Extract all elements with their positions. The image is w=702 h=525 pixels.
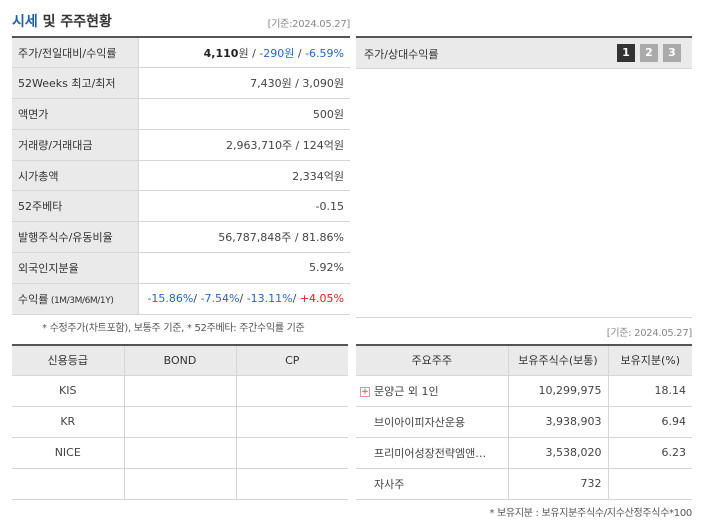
- agency-cell: NICE: [12, 437, 125, 469]
- chart-pager: 1 2 3: [617, 44, 681, 62]
- column-header: 주요주주: [356, 345, 509, 376]
- price-value: 4,110원 / -290원 / -6.59%: [138, 37, 350, 69]
- row-value: 7,430원 / 3,090원: [138, 67, 350, 100]
- holder-shares: 10,299,975: [508, 375, 609, 407]
- table-header-row: 주요주주 보유주식수(보통) 보유지분(%): [356, 345, 692, 376]
- page-button-1[interactable]: 1: [617, 44, 635, 62]
- table-header-row: 신용등급 BOND CP: [12, 345, 348, 376]
- table-row: 52Weeks 최고/최저 7,430원 / 3,090원: [12, 67, 350, 100]
- divider: [356, 317, 692, 318]
- holder-name: 브이아이피자산운용: [356, 406, 509, 438]
- row-label: 시가총액: [12, 160, 139, 192]
- credit-rating-table: 신용등급 BOND CP KIS KR NICE: [12, 344, 348, 500]
- table-row: 발행주식수/유동비율 56,787,848주 / 81.86%: [12, 221, 350, 254]
- table-row: 외국인지분율 5.92%: [12, 252, 350, 284]
- table-row: NICE: [12, 437, 348, 469]
- chart-panel-label: 주가/상대수익률: [364, 48, 439, 61]
- row-value: 2,963,710주 / 124억원: [138, 129, 350, 161]
- row-value: 56,787,848주 / 81.86%: [138, 221, 350, 254]
- column-header: CP: [236, 345, 348, 376]
- row-label: 수익률 (1M/3M/6M/1Y): [12, 283, 139, 315]
- holder-shares: 732: [508, 468, 609, 500]
- table-row: 자사주 732: [356, 468, 692, 500]
- table-row: 52주베타 -0.15: [12, 190, 350, 223]
- table-row: 거래량/거래대금 2,963,710주 / 124억원: [12, 129, 350, 161]
- holder-pct: [608, 468, 692, 500]
- page-button-2[interactable]: 2: [640, 44, 658, 62]
- bond-cell: [124, 375, 237, 407]
- holder-name: + 문양근 외 1인: [356, 375, 509, 407]
- holder-name: 프리미어성장전략엠앤…: [356, 437, 509, 469]
- column-header: 신용등급: [12, 345, 125, 376]
- table-row: KR: [12, 406, 348, 438]
- table-row: + 문양근 외 1인 10,299,975 18.14: [356, 375, 692, 407]
- table-row: 시가총액 2,334억원: [12, 160, 350, 192]
- page-button-3[interactable]: 3: [663, 44, 681, 62]
- date-note: [기준:2024.05.27]: [267, 19, 351, 30]
- bond-cell: [124, 468, 237, 500]
- column-header: BOND: [124, 345, 237, 376]
- table-row: 액면가 500원: [12, 98, 350, 130]
- agency-cell: [12, 468, 125, 500]
- row-label: 발행주식수/유동비율: [12, 221, 139, 254]
- holder-pct: 18.14: [608, 375, 692, 407]
- row-label: 외국인지분율: [12, 252, 139, 284]
- row-value: -0.15: [138, 190, 350, 223]
- holder-shares: 3,938,903: [508, 406, 609, 438]
- row-label: 액면가: [12, 98, 139, 130]
- shareholder-footnote: * 보유지분 : 보유지분주식수/지수산정주식수*100: [489, 508, 692, 519]
- table-row: 브이아이피자산운용 3,938,903 6.94: [356, 406, 692, 438]
- table-row: 주가/전일대비/수익률 4,110원 / -290원 / -6.59%: [12, 37, 350, 69]
- shareholder-date-note: [기준: 2024.05.27]: [606, 328, 693, 339]
- holder-pct: 6.23: [608, 437, 692, 469]
- column-header: 보유주식수(보통): [508, 345, 609, 376]
- row-label: 52Weeks 최고/최저: [12, 67, 139, 100]
- bond-cell: [124, 437, 237, 469]
- holder-pct: 6.94: [608, 406, 692, 438]
- row-value: 2,334억원: [138, 160, 350, 192]
- price-footnote: * 수정주가(차트포함), 보통주 기준, * 52주베타: 주간수익률 기준: [42, 323, 305, 334]
- row-value: 5.92%: [138, 252, 350, 284]
- agency-cell: KIS: [12, 375, 125, 407]
- column-header: 보유지분(%): [608, 345, 692, 376]
- return-values: -15.86%/ -7.54%/ -13.11%/ +4.05%: [138, 283, 350, 315]
- row-label: 거래량/거래대금: [12, 129, 139, 161]
- table-row: [12, 468, 348, 500]
- expand-icon[interactable]: +: [360, 386, 370, 397]
- section-header: 시세 및 주주현황 [기준:2024.05.27]: [12, 11, 350, 31]
- price-table: 주가/전일대비/수익률 4,110원 / -290원 / -6.59% 52We…: [12, 36, 350, 315]
- page-title: 시세 및 주주현황: [12, 14, 112, 30]
- cp-cell: [236, 468, 348, 500]
- table-row: 수익률 (1M/3M/6M/1Y) -15.86%/ -7.54%/ -13.1…: [12, 283, 350, 315]
- cp-cell: [236, 437, 348, 469]
- bond-cell: [124, 406, 237, 438]
- row-label: 52주베타: [12, 190, 139, 223]
- table-row: 프리미어성장전략엠앤… 3,538,020 6.23: [356, 437, 692, 469]
- chart-panel: 주가/상대수익률 1 2 3: [356, 36, 692, 318]
- shareholder-table: 주요주주 보유주식수(보통) 보유지분(%) + 문양근 외 1인 10,299,…: [356, 344, 692, 500]
- cp-cell: [236, 375, 348, 407]
- chart-panel-header: 주가/상대수익률 1 2 3: [356, 38, 692, 69]
- row-label: 주가/전일대비/수익률: [12, 37, 139, 69]
- row-value: 500원: [138, 98, 350, 130]
- table-row: KIS: [12, 375, 348, 407]
- agency-cell: KR: [12, 406, 125, 438]
- holder-name: 자사주: [356, 468, 509, 500]
- holder-shares: 3,538,020: [508, 437, 609, 469]
- cp-cell: [236, 406, 348, 438]
